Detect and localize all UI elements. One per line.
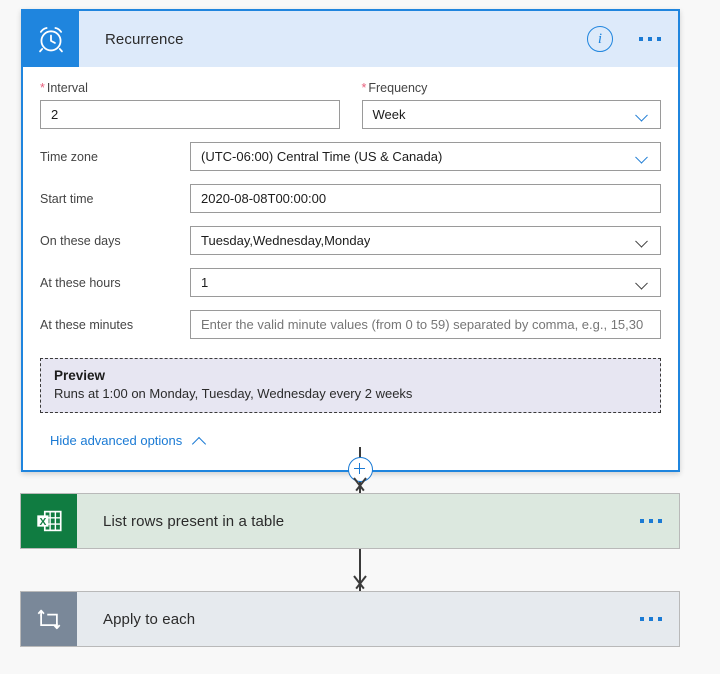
timezone-label: Time zone [40, 149, 98, 164]
frequency-value: Week [372, 107, 406, 122]
recurrence-preview-panel: Preview Runs at 1:00 on Monday, Tuesday,… [40, 358, 661, 413]
alarm-clock-icon [23, 11, 79, 67]
chevron-down-icon[interactable] [636, 110, 649, 117]
recurrence-form: * Interval 2 * Frequency Week Time zone (U [23, 67, 678, 470]
action-card-apply-to-each[interactable]: Apply to each [20, 591, 680, 647]
frequency-field-group: * Frequency Week [361, 81, 661, 129]
info-icon[interactable]: i [587, 26, 613, 52]
on-these-days-label: On these days [40, 233, 121, 248]
at-these-minutes-row: At these minutes Enter the valid minute … [40, 310, 661, 339]
recurrence-header-actions: i [587, 26, 678, 52]
at-these-hours-select[interactable]: 1 [190, 268, 661, 297]
interval-input[interactable]: 2 [40, 100, 340, 129]
preview-title: Preview [54, 368, 106, 383]
interval-label: * Interval [40, 81, 88, 95]
timezone-select[interactable]: (UTC-06:00) Central Time (US & Canada) [190, 142, 661, 171]
at-these-minutes-placeholder: Enter the valid minute values (from 0 to… [201, 317, 644, 332]
arrow-down-icon [348, 478, 372, 492]
action-card-title: Apply to each [103, 610, 196, 628]
recurrence-card-header[interactable]: Recurrence i [23, 11, 678, 67]
ellipsis-menu-icon[interactable] [640, 617, 679, 621]
interval-value: 2 [51, 107, 59, 122]
chevron-up-icon [192, 436, 208, 446]
recurrence-card-title: Recurrence [105, 30, 184, 48]
interval-frequency-row: * Interval 2 * Frequency Week [40, 81, 661, 129]
arrow-down-icon [348, 576, 372, 590]
at-these-hours-row: At these hours 1 [40, 268, 661, 297]
required-asterisk: * [40, 81, 45, 95]
apply-to-each-loop-icon [21, 592, 77, 646]
timezone-row: Time zone (UTC-06:00) Central Time (US &… [40, 142, 661, 171]
svg-text:X: X [39, 517, 46, 528]
at-these-hours-label: At these hours [40, 275, 121, 290]
timezone-value: (UTC-06:00) Central Time (US & Canada) [201, 149, 443, 164]
ellipsis-menu-icon[interactable] [640, 519, 679, 523]
on-these-days-row: On these days Tuesday,Wednesday,Monday [40, 226, 661, 255]
action-card-list-rows[interactable]: X List rows present in a table [20, 493, 680, 549]
ellipsis-menu-icon[interactable] [639, 37, 661, 41]
chevron-down-icon[interactable] [636, 236, 649, 243]
start-time-label: Start time [40, 191, 94, 206]
chevron-down-icon[interactable] [636, 152, 649, 159]
required-asterisk: * [361, 81, 367, 95]
hide-advanced-options-link[interactable]: Hide advanced options [50, 433, 208, 470]
preview-text: Runs at 1:00 on Monday, Tuesday, Wednesd… [54, 386, 413, 401]
hide-advanced-options-label: Hide advanced options [50, 433, 183, 448]
excel-icon: X [21, 494, 77, 548]
frequency-select[interactable]: Week [361, 100, 661, 129]
interval-field-group: * Interval 2 [40, 81, 340, 129]
action-card-title: List rows present in a table [103, 512, 285, 530]
at-these-minutes-input[interactable]: Enter the valid minute values (from 0 to… [190, 310, 661, 339]
start-time-row: Start time 2020-08-08T00:00:00 [40, 184, 661, 213]
start-time-input[interactable]: 2020-08-08T00:00:00 [190, 184, 661, 213]
on-these-days-select[interactable]: Tuesday,Wednesday,Monday [190, 226, 661, 255]
on-these-days-value: Tuesday,Wednesday,Monday [201, 233, 371, 248]
chevron-down-icon[interactable] [636, 278, 649, 285]
frequency-label: * Frequency [361, 81, 428, 95]
at-these-minutes-label: At these minutes [40, 317, 134, 332]
recurrence-trigger-card[interactable]: Recurrence i * Interval 2 * Frequency We… [21, 9, 680, 472]
at-these-hours-value: 1 [201, 275, 209, 290]
flow-designer-canvas: Recurrence i * Interval 2 * Frequency We… [0, 0, 720, 674]
start-time-value: 2020-08-08T00:00:00 [201, 191, 327, 206]
